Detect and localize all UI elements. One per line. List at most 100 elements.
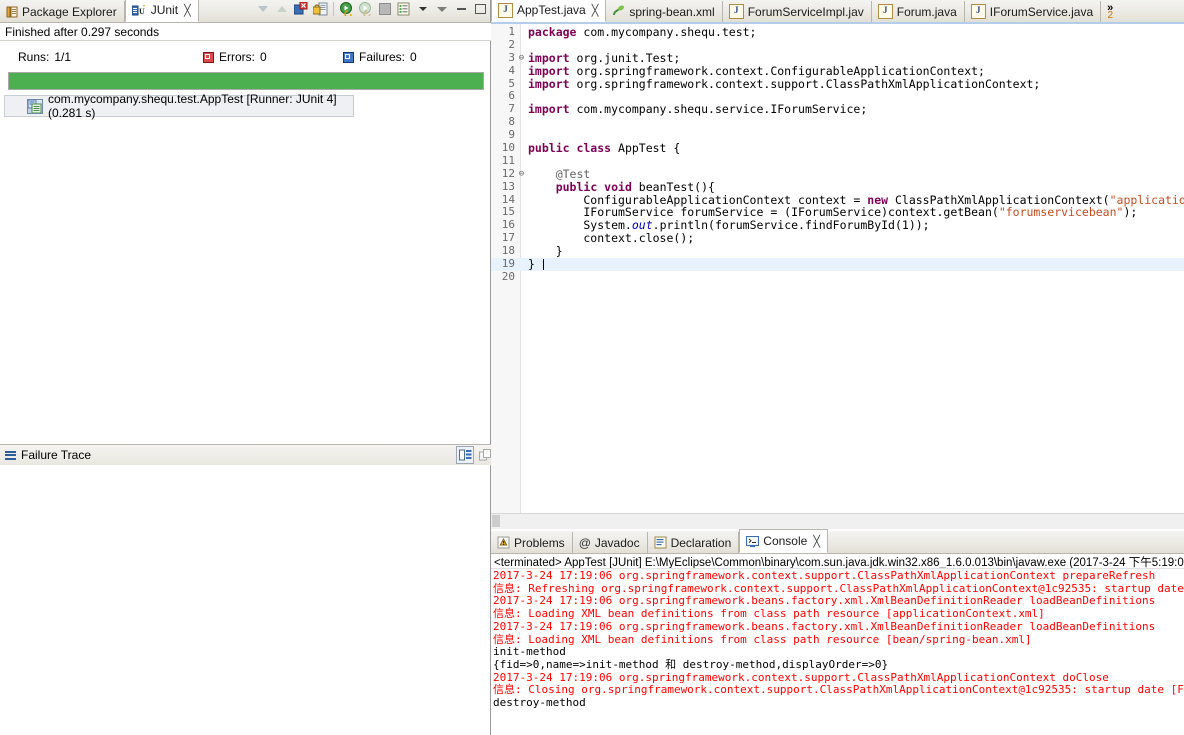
tab-label: Javadoc [594,535,640,550]
line-number: 12 [501,166,515,180]
junit-errors-counter: Errors: 0 [203,50,343,64]
code-text: public class AppTest { [528,141,681,156]
code-line[interactable]: 7 import com.mycompany.shequ.service.IFor… [491,102,1184,117]
editor-tab-overflow[interactable]: » 2 [1101,1,1119,22]
code-editor[interactable]: 1 package com.mycompany.shequ.test; 2 3 ⊖ imp… [491,24,1184,513]
editor-tab-label: ForumServiceImpl.jav [747,4,864,19]
console-line: 信息: Loading XML bean definitions from cl… [493,607,1045,621]
code-line[interactable]: 5 import org.springframework.context.supp… [491,76,1184,91]
svg-text:U: U [139,7,145,16]
toolbar-separator [333,2,334,16]
editor-tab-forum-java[interactable]: J Forum.java [872,1,965,22]
console-output[interactable]: 2017-3-24 17:19:06 org.springframework.c… [491,570,1184,735]
editor-tab-apptest-java[interactable]: J AppTest.java ╳ [491,0,607,22]
code-text: import com.mycompany.shequ.service.IForu… [528,102,868,117]
declaration-icon [654,536,667,549]
lock-scroll-icon[interactable] [312,1,328,17]
view-tab-package-explorer[interactable]: Package Explorer [0,1,125,22]
view-tab-junit[interactable]: U JUnit ╳ [124,0,199,22]
line-number: 4 [508,63,515,77]
line-number: 19 [501,257,515,271]
list-item[interactable]: com.mycompany.shequ.test.AppTest [Runner… [4,92,354,120]
tab-label: Problems [514,535,565,550]
javadoc-icon: @ [578,535,591,550]
junit-failures-label: Failures: [359,50,406,64]
close-icon[interactable]: ╳ [813,535,820,548]
code-line[interactable]: 17 context.close(); [491,231,1184,245]
junit-progress-fill [9,73,483,89]
code-line[interactable]: 11 [491,153,1184,168]
code-line[interactable]: 18 } [491,244,1184,258]
java-file-icon: J [877,4,893,19]
editor-tabbar: J AppTest.java ╳ spring-bean.xml J Forum… [491,0,1184,23]
editor-tab-label: AppTest.java [517,3,586,17]
code-line[interactable]: 19} [491,257,1184,272]
view-tab-label: JUnit [150,3,179,17]
test-run-history-icon[interactable] [396,1,412,17]
eclipse-workbench: Package Explorer U JUnit ╳ Finished afte… [0,0,1184,735]
junit-runs-value: 1/1 [54,50,72,64]
console-tabbar: Problems @ Javadoc Declaration Console ╳ [491,529,1184,554]
failure-trace-header: Failure Trace [0,444,495,466]
view-tab-label: Package Explorer [22,4,117,19]
compare-result-icon[interactable] [456,446,474,464]
fold-toggle-icon[interactable]: ⊖ [517,52,526,65]
editor-tab-label: Forum.java [896,4,957,19]
junit-runs-counter: Runs: 1/1 [0,50,203,64]
console-line: 2017-3-24 17:19:06 org.springframework.b… [493,619,1156,633]
code-text: } [528,257,535,272]
show-failures-only-icon[interactable] [293,1,309,17]
failure-trace-body[interactable] [0,465,490,735]
console-line: 信息: Loading XML bean definitions from cl… [493,632,1032,646]
maximize-icon[interactable] [472,1,488,17]
editor-tab-label: IForumService.java [989,4,1094,19]
junit-errors-label: Errors: [219,50,255,64]
junit-icon: U [131,4,147,17]
code-text: import org.springframework.context.suppo… [528,76,1041,91]
line-number: 1 [508,25,515,38]
view-menu-icon[interactable] [434,1,450,17]
fold-toggle-icon[interactable]: ⊖ [517,168,526,181]
code-line[interactable]: 1 package com.mycompany.shequ.test; [491,25,1184,39]
tab-console[interactable]: Console ╳ [739,529,828,553]
tab-declaration[interactable]: Declaration [648,532,740,553]
editor-tab-iforumservice-java[interactable]: J IForumService.java [965,1,1102,22]
code-lines: 1 package com.mycompany.shequ.test; 2 3 ⊖ imp… [491,25,1184,284]
rerun-test-failures-icon[interactable] [358,1,374,17]
code-line[interactable]: 8 [491,115,1184,129]
scrollbar-thumb[interactable] [492,515,500,527]
history-dropdown-icon[interactable] [415,1,431,17]
editor-tab-spring-bean-xml[interactable]: spring-bean.xml [606,1,723,22]
tab-label: Console [763,534,808,548]
console-line: {fid=>0,name=>init-method 和 destroy-meth… [493,657,889,671]
problems-icon [497,536,510,549]
code-line[interactable]: 10 public class AppTest { [491,141,1184,156]
editor-tab-overflow-count: 2 [1107,9,1113,21]
java-file-icon: J [498,2,513,18]
junit-view: Package Explorer U JUnit ╳ Finished afte… [0,0,495,735]
close-icon[interactable]: ╳ [592,4,599,17]
junit-view-toolbar [255,1,488,17]
test-class-icon [27,98,43,114]
tab-problems[interactable]: Problems [491,532,573,553]
code-line[interactable]: 20 [491,270,1184,284]
console-command-line: <terminated> AppTest [JUnit] E:\MyEclips… [491,554,1184,569]
minimize-icon[interactable] [453,1,469,17]
line-number: 3 [508,50,515,64]
next-failed-test-icon[interactable] [255,1,271,17]
rerun-test-icon[interactable] [339,1,355,17]
editor-tab-label: spring-bean.xml [629,4,715,19]
java-file-icon: J [728,4,744,19]
editor-tab-forumserviceimpl-java[interactable]: J ForumServiceImpl.jav [723,1,872,22]
junit-results-tree[interactable]: com.mycompany.shequ.test.AppTest [Runner… [0,92,490,440]
junit-runs-label: Runs: [18,50,50,64]
close-icon[interactable]: ╳ [184,4,191,17]
console-line: 2017-3-24 17:19:06 org.springframework.c… [493,570,1156,582]
line-number: 11 [501,153,515,167]
stop-icon[interactable] [377,1,393,17]
failure-trace-toolbar [456,446,493,464]
junit-failures-value: 0 [410,50,417,64]
previous-failed-test-icon[interactable] [274,1,290,17]
tab-javadoc[interactable]: @ Javadoc [573,532,648,553]
editor-horizontal-scrollbar[interactable] [491,513,1184,529]
